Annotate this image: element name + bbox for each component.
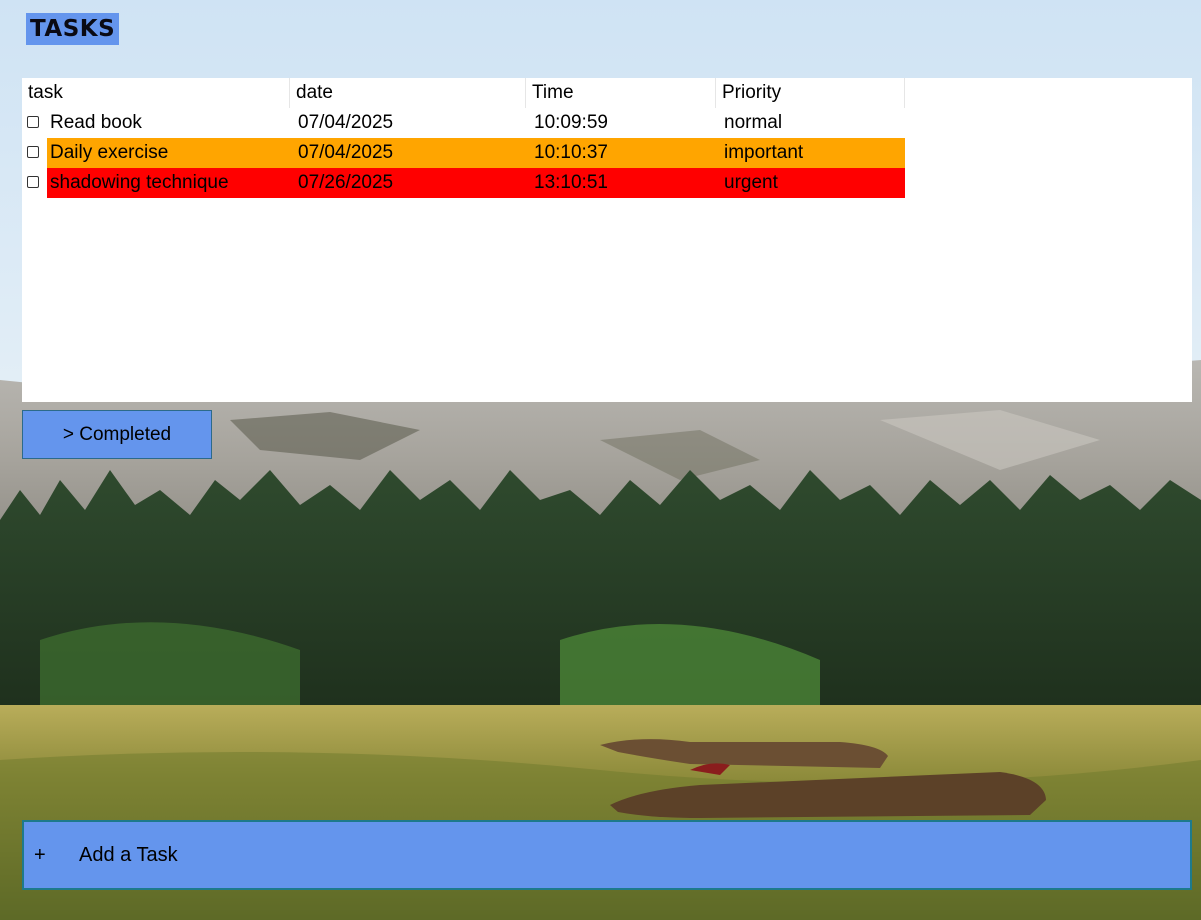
add-task-button[interactable]: + Add a Task: [22, 820, 1192, 890]
task-name: Read book: [50, 112, 142, 133]
task-row[interactable]: Read book 07/04/2025 10:09:59 normal: [22, 108, 905, 138]
task-checkbox[interactable]: [27, 146, 39, 158]
task-list[interactable]: task date Time Priority Read book 07/04/…: [22, 78, 1192, 402]
column-header-priority[interactable]: Priority: [716, 78, 905, 108]
task-priority: important: [724, 142, 804, 163]
task-name: Daily exercise: [50, 142, 169, 163]
task-time: 10:10:37: [534, 142, 608, 163]
task-date: 07/04/2025: [298, 142, 394, 163]
page-title: TASKS: [26, 13, 120, 45]
column-header-date[interactable]: date: [290, 78, 526, 108]
add-task-label: Add a Task: [79, 844, 178, 866]
task-date: 07/26/2025: [298, 172, 394, 193]
task-name: shadowing technique: [50, 172, 229, 193]
show-completed-button[interactable]: > Completed: [22, 410, 212, 459]
task-row[interactable]: shadowing technique 07/26/2025 13:10:51 …: [22, 168, 905, 198]
task-row[interactable]: Daily exercise 07/04/2025 10:10:37 impor…: [22, 138, 905, 168]
app-window: TASKS task date Time Priority Read book …: [0, 0, 1201, 920]
task-time: 10:09:59: [534, 112, 608, 133]
plus-icon: +: [34, 844, 46, 866]
column-header-time[interactable]: Time: [526, 78, 716, 108]
task-priority: normal: [724, 112, 783, 133]
task-checkbox[interactable]: [27, 116, 39, 128]
task-checkbox[interactable]: [27, 176, 39, 188]
task-priority: urgent: [724, 172, 778, 193]
task-date: 07/04/2025: [298, 112, 394, 133]
task-time: 13:10:51: [534, 172, 608, 193]
column-header-task[interactable]: task: [22, 78, 290, 108]
